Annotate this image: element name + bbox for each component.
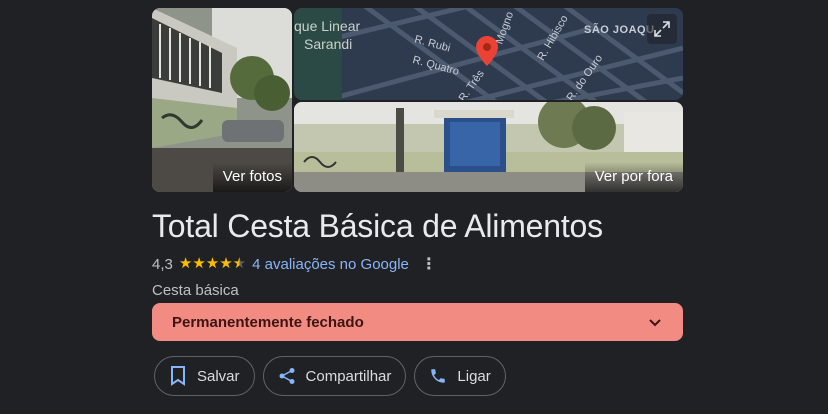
call-label: Ligar [457,367,491,385]
star-rating: ★ ★ ★ ★ ★ [179,254,246,274]
rating-row: 4,3 ★ ★ ★ ★ ★ 4 avaliações no Google ⋮ [152,254,437,274]
status-text: Permanentemente fechado [172,313,364,331]
share-icon [276,365,298,387]
place-category: Cesta básica [152,282,239,299]
view-photos-label: Ver fotos [212,162,292,192]
place-title: Total Cesta Básica de Alimentos [152,208,603,244]
star-half-icon: ★ [232,255,247,272]
expand-icon [654,21,670,37]
action-bar: Salvar Compartilhar Ligar [154,356,506,396]
star-icon: ★ [205,255,220,272]
share-label: Compartilhar [305,367,392,385]
place-card: Ver fotos que Linear Sarandi R. Rubi R. … [0,0,828,414]
star-icon: ★ [192,255,206,272]
more-options-icon[interactable]: ⋮ [421,254,437,274]
map-pin-icon [476,36,498,66]
chevron-down-icon [649,319,661,327]
share-button[interactable]: Compartilhar [262,356,407,396]
bookmark-icon [167,365,189,387]
rating-value: 4,3 [152,255,173,273]
reviews-link[interactable]: 4 avaliações no Google [252,256,409,273]
view-outside-label: Ver por fora [584,162,683,192]
save-label: Salvar [197,367,240,385]
save-button[interactable]: Salvar [154,356,255,396]
map-label-neighborhood: SÃO JOAQU [584,24,655,36]
map-label-district: Sarandi [304,36,353,52]
street-view-preview[interactable]: Ver por fora [294,102,683,192]
map-preview[interactable]: que Linear Sarandi R. Rubi R. Quatro R. … [294,8,683,100]
place-photo[interactable]: Ver fotos [152,8,292,192]
expand-map-button[interactable] [647,14,677,44]
star-icon: ★ [219,255,233,272]
status-dropdown[interactable]: Permanentemente fechado [152,303,683,341]
star-icon: ★ [178,255,193,272]
phone-icon [427,365,449,387]
map-label-park: que Linear [294,18,361,34]
call-button[interactable]: Ligar [414,356,506,396]
